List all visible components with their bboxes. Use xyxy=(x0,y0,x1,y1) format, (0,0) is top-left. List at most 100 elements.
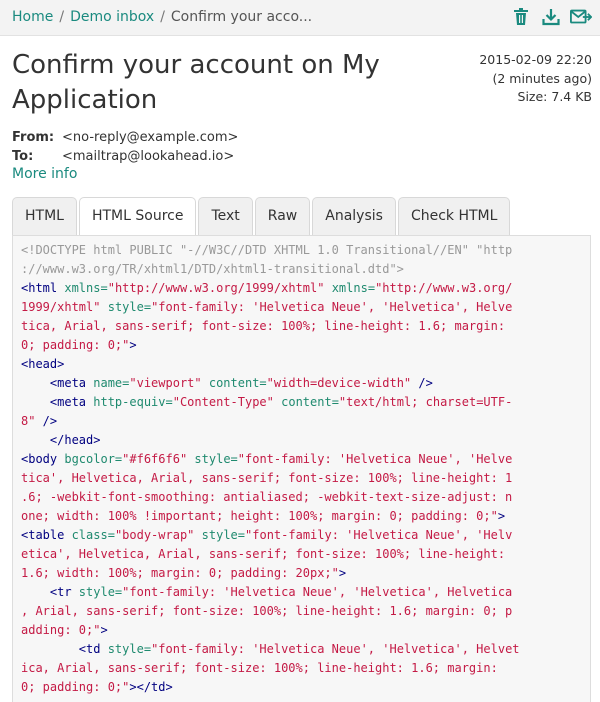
source-token: > xyxy=(100,623,108,637)
more-info-link[interactable]: More info xyxy=(12,166,77,182)
source-line: <table class="body-wrap" style="font-fam… xyxy=(21,526,584,545)
source-line: <td style="font-family: 'Helvetica Neue'… xyxy=(21,640,584,659)
breadcrumb: Home / Demo inbox / Confirm your acco... xyxy=(12,9,312,25)
message-date: 2015-02-09 22:20 xyxy=(479,52,592,67)
source-token: ://www.w3.org/TR/xhtml1/DTD/xhtml1-trans… xyxy=(21,262,404,276)
breadcrumb-separator: / xyxy=(59,9,65,25)
source-token: <table xyxy=(21,528,72,542)
source-line: 0; padding: 0;"> xyxy=(21,336,584,355)
from-address: <no-reply@example.com> xyxy=(62,130,239,145)
source-token: "http://www.w3.org/ xyxy=(375,281,513,295)
tab-text[interactable]: Text xyxy=(198,197,253,235)
source-token: <body xyxy=(21,452,65,466)
breadcrumb-separator: / xyxy=(160,9,165,25)
forward-button[interactable] xyxy=(570,7,592,27)
source-token: style= xyxy=(201,528,246,542)
source-token: </head> xyxy=(21,433,101,447)
source-token xyxy=(202,376,209,390)
source-line: </head> xyxy=(21,431,584,450)
source-token: 0; padding: 0;" xyxy=(21,680,130,694)
source-token: > xyxy=(129,338,137,352)
tab-html[interactable]: HTML xyxy=(12,197,77,235)
message-relative-time: (2 minutes ago) xyxy=(492,70,593,86)
source-token: /> xyxy=(35,414,58,428)
source-line: 1999/xhtml" style="font-family: 'Helveti… xyxy=(21,298,584,317)
tab-analysis[interactable]: Analysis xyxy=(312,197,396,235)
source-token: , Arial, sans-serif; font-size: 100%; li… xyxy=(21,604,513,618)
source-token: bgcolor= xyxy=(64,452,123,466)
source-token: adding: 0;" xyxy=(21,623,101,637)
source-token: > xyxy=(338,566,347,580)
message-actions xyxy=(510,7,592,27)
source-line: <html xmlns="http://www.w3.org/1999/xhtm… xyxy=(21,279,584,298)
download-button[interactable] xyxy=(540,7,562,27)
source-token: tica, Arial, sans-serif; font-size: 100%… xyxy=(21,319,506,333)
source-token: ica, Arial, sans-serif; font-size: 100%;… xyxy=(21,661,498,675)
source-token: name= xyxy=(93,376,130,390)
source-token: style= xyxy=(194,452,238,466)
breadcrumb-inbox-link[interactable]: Demo inbox xyxy=(70,9,154,25)
source-token: etica', Helvetica, Arial, sans-serif; fo… xyxy=(21,547,506,561)
source-line: .6; -webkit-font-smoothing: antialiased;… xyxy=(21,488,584,507)
tab-check-html[interactable]: Check HTML xyxy=(397,197,511,235)
source-token: ></td> xyxy=(129,680,173,694)
message-addresses: From: <no-reply@example.com> To: <mailtr… xyxy=(12,128,238,166)
source-token xyxy=(194,528,201,542)
source-token: "font-family: 'Helvetica Neue', 'Helve xyxy=(237,452,513,466)
source-token: style= xyxy=(78,585,123,599)
source-token: <td xyxy=(21,642,108,656)
message-subject: Confirm your account on My Application xyxy=(12,50,380,115)
breadcrumb-current: Confirm your acco... xyxy=(170,9,313,25)
source-line: , Arial, sans-serif; font-size: 100%; li… xyxy=(21,602,584,621)
to-label: To: xyxy=(12,149,34,164)
source-line: <meta name="viewport" content="width=dev… xyxy=(21,374,584,393)
breadcrumb-home-link[interactable]: Home xyxy=(12,9,53,25)
forward-mail-icon xyxy=(570,9,592,24)
html-source-code: <!DOCTYPE html PUBLIC "-//W3C//DTD XHTML… xyxy=(21,241,584,697)
source-line: <!DOCTYPE html PUBLIC "-//W3C//DTD XHTML… xyxy=(21,241,584,260)
source-token: tica', Helvetica, Arial, sans-serif; fon… xyxy=(21,471,513,485)
source-token: "viewport" xyxy=(129,376,202,390)
source-token: style= xyxy=(107,642,152,656)
source-token: "font-family: 'Helvetica Neue', 'Helv xyxy=(245,528,513,542)
source-line: <head> xyxy=(21,355,584,374)
source-line: one; width: 100% !important; height: 100… xyxy=(21,507,584,526)
to-address: <mailtrap@lookahead.io> xyxy=(62,149,235,164)
source-token: > xyxy=(497,509,506,523)
source-token: "body-wrap" xyxy=(114,528,195,542)
tab-raw[interactable]: Raw xyxy=(254,197,311,235)
html-source-panel[interactable]: <!DOCTYPE html PUBLIC "-//W3C//DTD XHTML… xyxy=(12,235,591,702)
to-row: To: <mailtrap@lookahead.io> xyxy=(12,147,238,166)
source-token: "font-family: 'Helvetica Neue', 'Helveti… xyxy=(151,300,513,314)
source-token: http-equiv= xyxy=(93,395,173,409)
source-line: <tr style="font-family: 'Helvetica Neue'… xyxy=(21,583,584,602)
source-token: "font-family: 'Helvetica Neue', 'Helveti… xyxy=(151,642,520,656)
from-row: From: <no-reply@example.com> xyxy=(12,128,238,147)
source-token: <html xyxy=(21,281,65,295)
source-token: 1999/xhtml" xyxy=(21,300,101,314)
source-token: "text/html; charset=UTF- xyxy=(338,395,513,409)
source-token: xmlns= xyxy=(331,281,376,295)
source-line: tica, Arial, sans-serif; font-size: 100%… xyxy=(21,317,584,336)
source-token: 0; padding: 0;" xyxy=(21,338,130,352)
source-token xyxy=(324,281,331,295)
source-token xyxy=(100,300,107,314)
source-line: 8" /> xyxy=(21,412,584,431)
delete-button[interactable] xyxy=(510,7,532,27)
message-meta: 2015-02-09 22:20 (2 minutes ago) Size: 7… xyxy=(479,51,592,107)
source-token: <meta xyxy=(21,376,94,390)
source-token: "font-family: 'Helvetica Neue', 'Helveti… xyxy=(122,585,513,599)
source-token: <head> xyxy=(21,357,65,371)
source-token: 8" xyxy=(21,414,36,428)
source-line: adding: 0;"> xyxy=(21,621,584,640)
tab-html-source[interactable]: HTML Source xyxy=(78,197,197,236)
source-line: 1.6; width: 100%; margin: 0; padding: 20… xyxy=(21,564,584,583)
download-icon xyxy=(542,9,560,26)
source-token: one; width: 100% !important; height: 100… xyxy=(21,509,498,523)
source-token: content= xyxy=(281,395,339,409)
source-token: "width=device-width" xyxy=(266,376,412,390)
source-line: ica, Arial, sans-serif; font-size: 100%;… xyxy=(21,659,584,678)
from-label: From: xyxy=(12,130,55,145)
source-line: tica', Helvetica, Arial, sans-serif; fon… xyxy=(21,469,584,488)
source-token: .6; -webkit-font-smoothing: antialiased;… xyxy=(21,490,513,504)
